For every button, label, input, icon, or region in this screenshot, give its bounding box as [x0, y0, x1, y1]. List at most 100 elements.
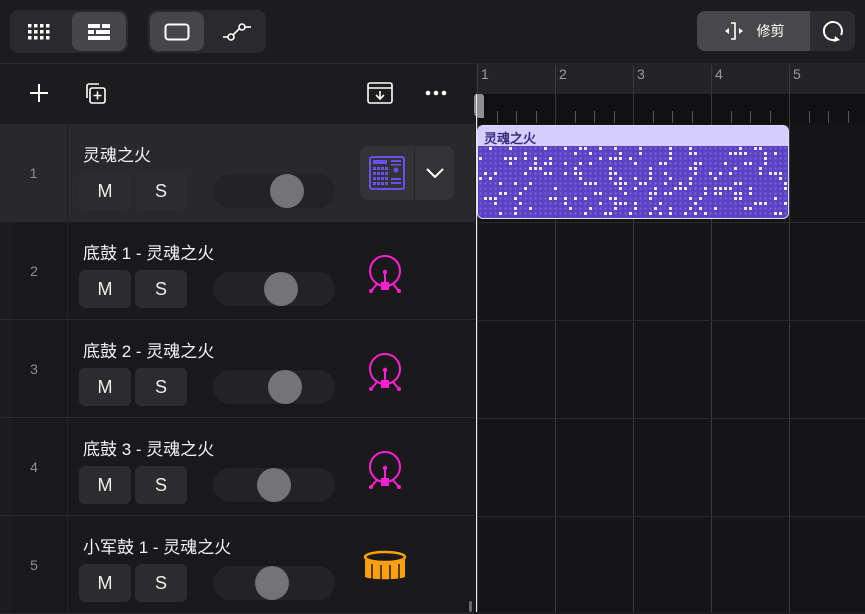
note	[734, 167, 737, 170]
mute-button[interactable]: M	[79, 564, 131, 602]
volume-knob[interactable]	[270, 174, 304, 208]
note	[534, 162, 537, 165]
mute-button[interactable]: M	[79, 270, 131, 308]
note	[759, 147, 762, 150]
note	[619, 182, 622, 185]
note	[589, 207, 592, 210]
more-button[interactable]	[421, 78, 451, 108]
volume-slider[interactable]	[213, 566, 335, 600]
divider	[476, 418, 865, 419]
note	[749, 192, 752, 195]
volume-knob[interactable]	[264, 272, 298, 306]
note	[609, 157, 612, 160]
solo-button[interactable]: S	[135, 564, 187, 602]
volume-slider[interactable]	[213, 468, 335, 502]
drum-machine-icon	[360, 146, 414, 200]
playhead[interactable]	[476, 94, 477, 612]
note	[574, 152, 577, 155]
note	[714, 187, 717, 190]
add-track-button[interactable]	[24, 78, 54, 108]
note	[699, 162, 702, 165]
scrollbar[interactable]	[469, 601, 472, 612]
region-icon	[164, 23, 190, 41]
bar-number: 4	[715, 66, 723, 82]
duplicate-track-button[interactable]	[80, 78, 110, 108]
note	[679, 182, 682, 185]
tracks-view-button[interactable]	[72, 12, 126, 51]
note	[509, 147, 512, 150]
note	[749, 187, 752, 190]
volume-knob[interactable]	[257, 468, 291, 502]
note	[659, 162, 662, 165]
note	[564, 202, 567, 205]
note	[634, 187, 637, 190]
volume-knob[interactable]	[268, 370, 302, 404]
mute-button[interactable]: M	[79, 368, 131, 406]
note	[569, 207, 572, 210]
note	[534, 157, 537, 160]
note	[509, 162, 512, 165]
solo-button[interactable]: S	[135, 466, 187, 504]
note	[774, 212, 777, 215]
trim-label: 修剪	[757, 21, 785, 41]
note	[629, 157, 632, 160]
note	[754, 147, 757, 150]
kick-drum-icon[interactable]	[360, 249, 410, 299]
note	[584, 147, 587, 150]
beat-tick	[828, 111, 829, 123]
beat-tick	[497, 111, 498, 123]
volume-slider[interactable]	[213, 370, 335, 404]
track-row[interactable]: 2 底鼓 1 - 灵魂之火 M S	[0, 222, 475, 320]
note	[774, 197, 777, 200]
volume-slider[interactable]	[213, 174, 335, 208]
solo-button[interactable]: S	[135, 172, 187, 210]
snare-drum-icon[interactable]	[360, 543, 410, 593]
track-row[interactable]: 3 底鼓 2 - 灵魂之火 M S	[0, 320, 475, 418]
note	[714, 207, 717, 210]
divider	[67, 320, 68, 417]
note	[479, 157, 482, 160]
note	[494, 202, 497, 205]
instrument-button[interactable]	[360, 146, 454, 200]
note	[529, 207, 532, 210]
note	[699, 207, 702, 210]
import-button[interactable]	[365, 78, 395, 108]
mute-button[interactable]: M	[79, 466, 131, 504]
track-row[interactable]: 5 小军鼓 1 - 灵魂之火 M S	[0, 516, 475, 614]
note	[609, 167, 612, 170]
note	[729, 187, 732, 190]
loop-button[interactable]	[810, 11, 855, 51]
note	[489, 177, 492, 180]
volume-slider[interactable]	[213, 272, 335, 306]
mute-button[interactable]: M	[79, 172, 131, 210]
note	[729, 172, 732, 175]
note	[494, 172, 497, 175]
kick-drum-icon[interactable]	[360, 445, 410, 495]
ruler[interactable]	[476, 63, 865, 94]
kick-drum-icon[interactable]	[360, 347, 410, 397]
solo-button[interactable]: S	[135, 368, 187, 406]
chevron-down-icon	[426, 168, 444, 178]
note	[624, 182, 627, 185]
pattern-region[interactable]: 灵魂之火	[477, 125, 789, 219]
note	[564, 162, 567, 165]
beat-tick	[536, 111, 537, 123]
trim-button[interactable]: 修剪	[697, 11, 810, 51]
track-number: 2	[0, 222, 68, 319]
grid-view-button[interactable]	[12, 12, 66, 51]
note	[599, 147, 602, 150]
ruler-ticks[interactable]	[476, 94, 865, 124]
automation-mode-button[interactable]	[210, 12, 264, 51]
note	[694, 202, 697, 205]
track-row[interactable]: 4 底鼓 3 - 灵魂之火 M S	[0, 418, 475, 516]
volume-knob[interactable]	[255, 566, 289, 600]
solo-button[interactable]: S	[135, 270, 187, 308]
note	[554, 187, 557, 190]
expand-button[interactable]	[415, 146, 454, 200]
note	[489, 197, 492, 200]
track-row[interactable]: 1 灵魂之火 M S	[0, 124, 475, 222]
note	[749, 162, 752, 165]
note	[524, 152, 527, 155]
note	[749, 207, 752, 210]
region-mode-button[interactable]	[150, 12, 204, 51]
